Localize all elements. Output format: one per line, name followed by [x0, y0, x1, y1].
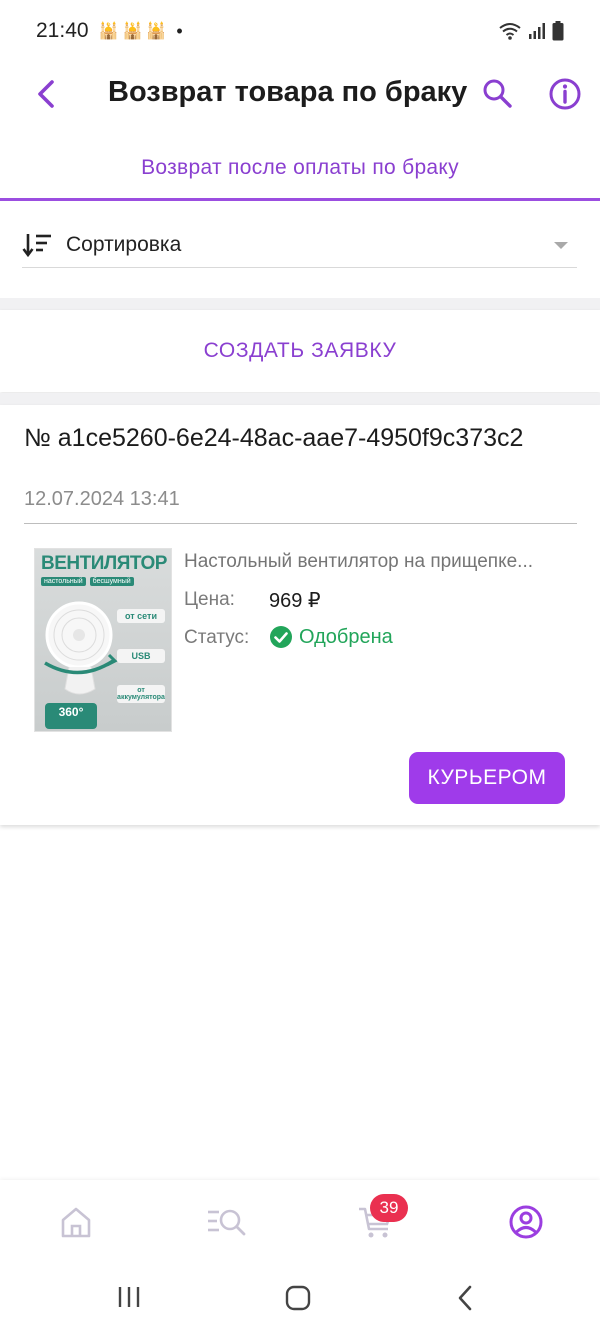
cart-count-badge: 39: [370, 1194, 408, 1222]
info-icon[interactable]: [546, 75, 584, 113]
section-separator: [0, 298, 600, 310]
battery-icon: [552, 21, 564, 41]
feature-battery: от аккумулятора: [117, 685, 165, 703]
thumbnail-tags: настольный бесшумный: [41, 577, 134, 586]
wifi-icon: [499, 23, 521, 40]
request-number: № a1ce5260-6e24-48ac-aae7-4950f9c373c2: [24, 424, 524, 452]
recent-apps-icon[interactable]: [116, 1284, 142, 1310]
status-value: Одобрена: [269, 625, 393, 649]
thumbnail-tag: бесшумный: [89, 577, 134, 586]
feature-mains: от сети: [117, 609, 165, 623]
status-right: [498, 21, 564, 41]
check-circle-icon: [270, 626, 292, 648]
courier-button[interactable]: КУРЬЕРОМ: [409, 752, 565, 804]
sort-dropdown[interactable]: Сортировка: [22, 222, 577, 268]
page-title: Возврат товара по браку: [108, 76, 468, 108]
thumbnail-tag: настольный: [41, 577, 86, 586]
back-icon[interactable]: [30, 74, 66, 114]
thumbnail-brand: ВЕНТИЛЯТОР: [41, 553, 167, 574]
system-back-icon[interactable]: [454, 1284, 478, 1312]
signal-icon: [529, 23, 545, 39]
dropdown-arrow-icon: [554, 241, 568, 249]
request-card: № a1ce5260-6e24-48ac-aae7-4950f9c373c2 1…: [0, 405, 600, 825]
create-request-button[interactable]: СОЗДАТЬ ЗАЯВКУ: [0, 310, 600, 392]
app-bar: Возврат товара по браку: [0, 62, 600, 124]
search-icon[interactable]: [480, 76, 516, 112]
profile-icon[interactable]: [506, 1202, 546, 1242]
bottom-navigation: 39: [0, 1180, 600, 1262]
price-value: 969 ₽: [269, 590, 321, 612]
request-date: 12.07.2024 13:41: [24, 488, 180, 510]
catalog-search-icon[interactable]: [206, 1202, 246, 1242]
status-time: 21:40: [36, 19, 89, 42]
fan-illustration: [44, 601, 118, 695]
tab-indicator: [0, 198, 600, 201]
divider: [24, 523, 577, 524]
tab-label: Возврат после оплаты по браку: [141, 156, 459, 179]
status-label: Статус:: [184, 627, 250, 648]
product-name[interactable]: Настольный вентилятор на прищепке...: [184, 551, 574, 573]
price-label: Цена:: [184, 589, 235, 610]
feature-usb: USB: [117, 649, 165, 663]
status-dot: •: [176, 20, 183, 41]
home-icon[interactable]: [56, 1202, 96, 1242]
tab-return-after-payment[interactable]: Возврат после оплаты по браку: [0, 140, 600, 202]
status-bar: 21:40 🕌🕌🕌 •: [0, 0, 600, 62]
sort-label: Сортировка: [66, 232, 182, 256]
product-thumbnail[interactable]: ВЕНТИЛЯТОР настольный бесшумный от сети …: [34, 548, 172, 732]
sort-icon: [22, 233, 51, 257]
status-text: Одобрена: [299, 625, 393, 648]
section-separator: [0, 393, 600, 405]
rotation-badge: 360°: [45, 703, 97, 729]
notification-icons: 🕌🕌🕌: [98, 23, 171, 40]
system-navigation-bar: [0, 1262, 600, 1332]
home-button-icon[interactable]: [284, 1284, 312, 1312]
